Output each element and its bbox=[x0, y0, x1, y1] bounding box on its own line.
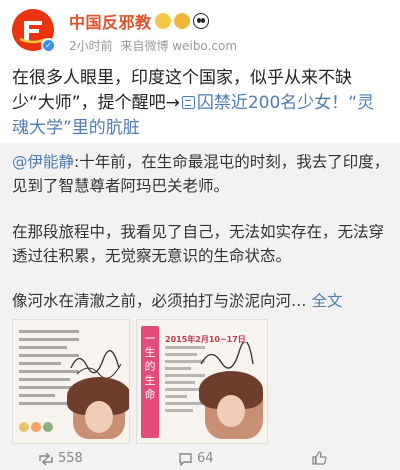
medal-badge-icon bbox=[173, 13, 190, 29]
post-source: 来自微博 weibo.com bbox=[120, 39, 238, 53]
author-name[interactable]: 中国反邪教 bbox=[69, 9, 152, 33]
article-link-icon bbox=[181, 96, 195, 109]
portrait-photo bbox=[67, 377, 129, 439]
repost-text-3: 像河水在清澈之前，必须拍打与淤泥向河… bbox=[12, 292, 307, 310]
read-more-link[interactable]: 全文 bbox=[311, 292, 342, 310]
repost-action[interactable]: 558 bbox=[38, 451, 83, 466]
action-bar: 558 64 bbox=[0, 448, 400, 470]
post-header: ✓ 中国反邪教 2小时前 来自微博 weibo.com bbox=[0, 0, 400, 62]
post-text: 在很多人眼里，印度这个国家，似乎从来不缺少“大师”，提个醒吧→ 囚禁近200名少女… bbox=[12, 66, 390, 141]
panda-badge-icon bbox=[192, 13, 209, 29]
comment-count: 64 bbox=[197, 451, 214, 466]
repost-paragraph-2: 在那段旅程中，我看见了自己，无法如实存在，无法穿透过往积累，无觉察无意识的生命状… bbox=[12, 223, 385, 265]
signature-icon bbox=[200, 342, 254, 369]
verified-icon: ✓ bbox=[41, 38, 56, 53]
repost-count: 558 bbox=[58, 451, 83, 466]
author-row: 中国反邪教 bbox=[69, 10, 209, 32]
image-banner: 一生的生命 bbox=[141, 326, 159, 438]
post-meta: 2小时前 来自微博 weibo.com bbox=[69, 37, 241, 54]
like-icon bbox=[312, 451, 327, 465]
like-action[interactable] bbox=[312, 451, 331, 465]
portrait-photo bbox=[199, 371, 263, 439]
repost-image-1[interactable] bbox=[12, 319, 130, 444]
comment-action[interactable]: 64 bbox=[178, 451, 214, 466]
flowers-decoration bbox=[19, 417, 59, 437]
repost-image-2[interactable]: 一生的生命 2015年2月10~17日 bbox=[136, 319, 268, 444]
repost-icon bbox=[39, 451, 53, 466]
comment-icon bbox=[179, 452, 192, 466]
crown-badge-icon bbox=[154, 13, 171, 29]
repost-paragraph-3: 像河水在清澈之前，必须拍打与淤泥向河… 全文 bbox=[12, 289, 392, 313]
signature-icon bbox=[70, 350, 122, 378]
reposted-content[interactable]: @伊能静:十年前，在生命最混屯的时刻，我去了印度，见到了智慧尊者阿玛巴关老师。 … bbox=[0, 143, 400, 470]
repost-paragraph-1: @伊能静:十年前，在生命最混屯的时刻，我去了印度，见到了智慧尊者阿玛巴关老师。 bbox=[12, 150, 392, 198]
post-time: 2小时前 bbox=[69, 39, 113, 53]
mention-link[interactable]: @伊能静 bbox=[12, 153, 74, 171]
